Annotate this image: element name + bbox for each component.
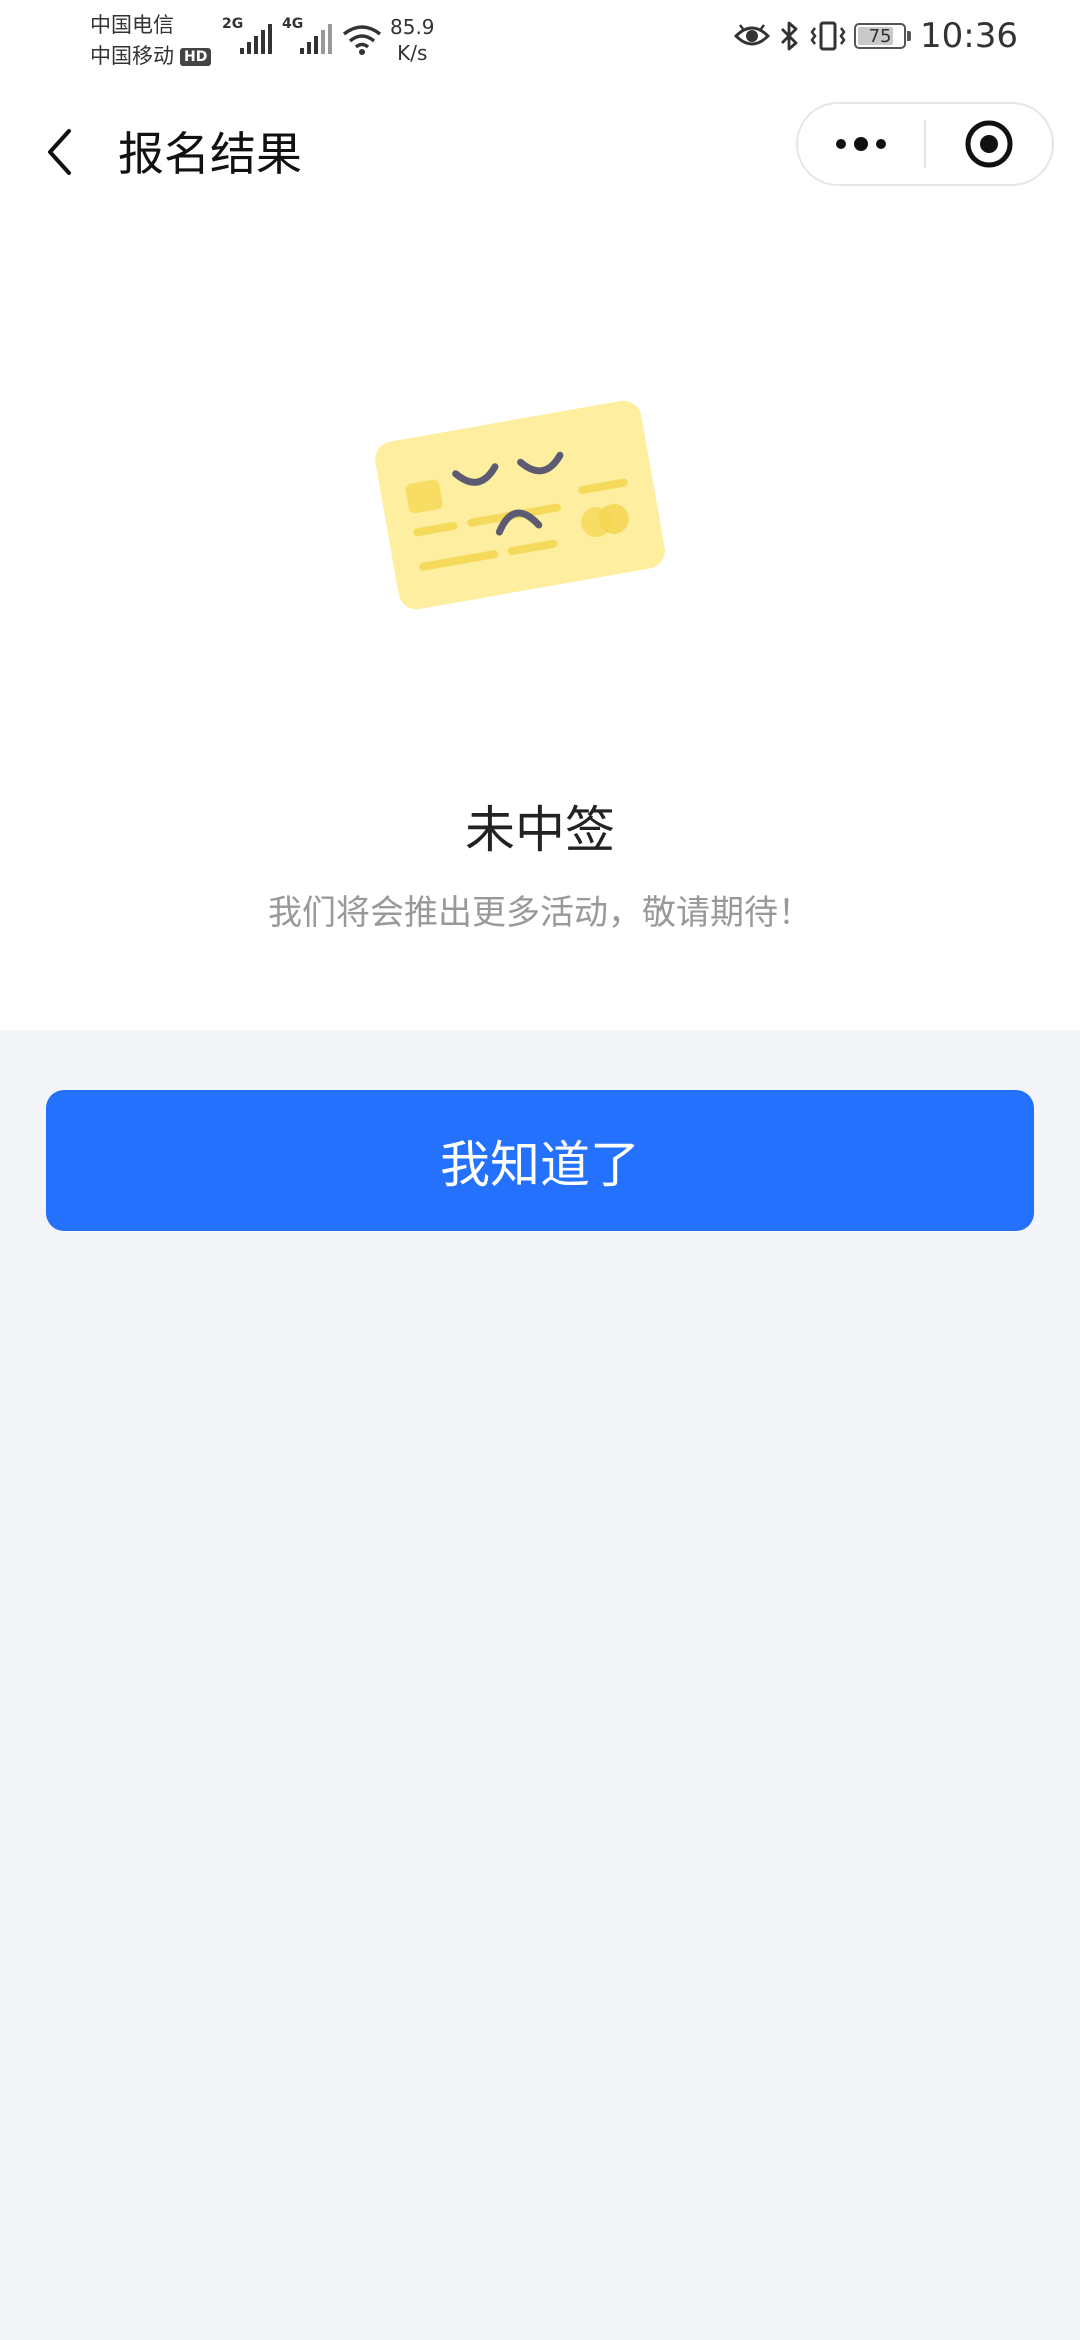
status-bar: 中国电信 中国移动 HD 2G 4G 85.9 K/s 75 10:36 — [0, 0, 1080, 80]
network-speed: 85.9 K/s — [390, 15, 435, 65]
page-title: 报名结果 — [118, 127, 302, 181]
wifi-icon — [342, 25, 382, 55]
carrier-1: 中国电信 — [90, 13, 174, 37]
bluetooth-icon — [781, 21, 798, 51]
target-close-icon — [965, 120, 1013, 168]
back-arrow-icon — [48, 129, 71, 175]
result-title: 未中签 — [465, 801, 615, 859]
back-button[interactable] — [40, 120, 80, 184]
result-subtitle: 我们将会推出更多活动，敬请期待！ — [268, 893, 812, 933]
hd-badge: HD — [180, 47, 212, 66]
vibrate-icon — [810, 21, 846, 51]
carrier-2: 中国移动 — [90, 44, 174, 68]
clock: 10:36 — [920, 16, 1018, 56]
status-right: 75 10:36 — [734, 16, 1018, 56]
nav-bar: 报名结果 — [0, 80, 1080, 210]
more-dots-icon — [836, 137, 886, 151]
confirm-button[interactable]: 我知道了 — [46, 1090, 1034, 1231]
miniprogram-capsule — [796, 102, 1054, 186]
battery-icon: 75 — [854, 23, 912, 49]
sad-card-icon — [375, 400, 665, 610]
more-button[interactable] — [798, 104, 924, 184]
eye-icon — [734, 24, 771, 46]
close-miniprogram-button[interactable] — [926, 104, 1052, 184]
carrier-info: 中国电信 中国移动 HD — [90, 10, 212, 72]
